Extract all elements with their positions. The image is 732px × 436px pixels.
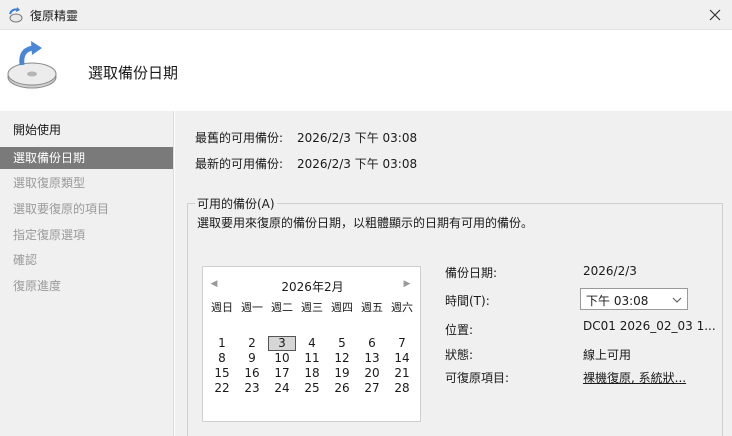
- calendar-day[interactable]: 28: [387, 381, 417, 396]
- calendar-day[interactable]: 11: [297, 351, 327, 366]
- calendar-day[interactable]: 24: [267, 381, 297, 396]
- calendar-day[interactable]: 8: [207, 351, 237, 366]
- calendar-day[interactable]: 7: [387, 336, 417, 351]
- time-label: 時間(T):: [445, 294, 490, 308]
- weekday-label: 週一: [241, 301, 263, 314]
- calendar-day[interactable]: 9: [237, 351, 267, 366]
- calendar-day[interactable]: 14: [387, 351, 417, 366]
- calendar-week-row: 1234567: [207, 336, 419, 351]
- recoverable-items-link[interactable]: 裸機復原, 系統狀...: [583, 369, 686, 386]
- calendar-day[interactable]: 21: [387, 366, 417, 381]
- calendar-week-row: 22 23 24 25 26 27 28: [207, 381, 419, 396]
- recoverable-items-label: 可復原項目:: [445, 371, 510, 385]
- weekday-label: 週四: [331, 301, 353, 314]
- weekday-label: 週二: [271, 301, 293, 314]
- calendar-day[interactable]: 1: [207, 336, 237, 351]
- time-dropdown-value: 下午 03:08: [586, 294, 649, 308]
- calendar-weeks: 1 2 3 4 5 6 7 8 9 10 11 12 13 14 15 16 17 18 19 20 21 22 23 24 2…: [207, 336, 419, 396]
- next-month-icon[interactable]: ▶: [400, 277, 414, 291]
- backup-date-calendar[interactable]: ◀ 2026年2月 ▶ 週日 週一 週二 週三 週四 週五 週六 1234567…: [202, 266, 421, 422]
- status-value: 線上可用: [583, 348, 632, 362]
- location-label: 位置:: [445, 323, 474, 337]
- step-select-recovery-type[interactable]: 選取復原類型: [0, 172, 173, 194]
- backup-date-label: 備份日期:: [445, 266, 498, 280]
- wizard-steps-sidebar: 開始使用 選取備份日期 選取復原類型 選取要復原的項目 指定復原選項 確認 復原…: [0, 111, 174, 436]
- weekday-label: 週五: [361, 301, 383, 314]
- calendar-day[interactable]: 27: [357, 381, 387, 396]
- calendar-day[interactable]: 10: [267, 351, 297, 366]
- calendar-day[interactable]: 18: [297, 366, 327, 381]
- backup-disk-icon: [7, 41, 57, 89]
- calendar-day[interactable]: 20: [357, 366, 387, 381]
- weekday-label: 週三: [301, 301, 323, 314]
- oldest-backup-value: 2026/2/3 下午 03:08: [297, 131, 418, 145]
- calendar-week-row: 8 9 10 11 12 13 14: [207, 351, 419, 366]
- backup-date-value: 2026/2/3: [583, 264, 637, 278]
- calendar-day[interactable]: 12: [327, 351, 357, 366]
- step-getting-started[interactable]: 開始使用: [0, 119, 173, 141]
- newest-backup-label: 最新的可用備份:: [195, 157, 284, 171]
- step-select-items[interactable]: 選取要復原的項目: [0, 198, 173, 220]
- calendar-day[interactable]: 16: [237, 366, 267, 381]
- weekday-label: 週六: [391, 301, 413, 314]
- calendar-day[interactable]: 3: [267, 336, 297, 351]
- main-content: 最舊的可用備份: 2026/2/3 下午 03:08 最新的可用備份: 2026…: [175, 111, 732, 436]
- recovery-wizard-icon: [9, 7, 23, 23]
- calendar-day[interactable]: 25: [297, 381, 327, 396]
- calendar-day[interactable]: 19: [327, 366, 357, 381]
- calendar-day[interactable]: 6: [357, 336, 387, 351]
- calendar-day[interactable]: 23: [237, 381, 267, 396]
- calendar-week-row: 15 16 17 18 19 20 21: [207, 366, 419, 381]
- calendar-day[interactable]: 22: [207, 381, 237, 396]
- title-bar: 復原精靈: [0, 0, 732, 30]
- close-icon[interactable]: [702, 2, 728, 28]
- wizard-header: 選取備份日期: [0, 31, 732, 111]
- calendar-day[interactable]: 2: [237, 336, 267, 351]
- available-backups-description: 選取要用來復原的備份日期，以粗體顯示的日期有可用的備份。: [197, 216, 534, 230]
- step-recovery-progress[interactable]: 復原進度: [0, 275, 173, 297]
- calendar-day[interactable]: 26: [327, 381, 357, 396]
- step-select-backup-date[interactable]: 選取備份日期: [0, 147, 173, 169]
- time-dropdown[interactable]: 下午 03:08: [580, 288, 688, 310]
- calendar-day[interactable]: 15: [207, 366, 237, 381]
- calendar-weekday-row: 週日 週一 週二 週三 週四 週五 週六: [207, 300, 419, 324]
- status-label: 狀態:: [445, 348, 474, 362]
- oldest-backup-label: 最舊的可用備份:: [195, 131, 284, 145]
- available-backups-title: 可用的備份(A): [195, 195, 277, 212]
- step-confirmation[interactable]: 確認: [0, 249, 173, 271]
- calendar-day[interactable]: 13: [357, 351, 387, 366]
- window-title: 復原精靈: [30, 9, 79, 23]
- calendar-day[interactable]: 4: [297, 336, 327, 351]
- calendar-month-title: 2026年2月: [281, 280, 344, 294]
- calendar-grid: 週日 週一 週二 週三 週四 週五 週六 1 2 3 4 5 6 7 8 9 10 11 12 13 14…: [207, 300, 419, 396]
- step-specify-options[interactable]: 指定復原選項: [0, 224, 173, 246]
- location-value: DC01 2026_02_03 1...: [583, 319, 716, 333]
- newest-backup-value: 2026/2/3 下午 03:08: [297, 157, 418, 171]
- chevron-down-icon: [672, 297, 682, 303]
- weekday-label: 週日: [211, 301, 233, 314]
- page-heading: 選取備份日期: [88, 64, 179, 82]
- calendar-day[interactable]: 17: [267, 366, 297, 381]
- calendar-day[interactable]: 5: [327, 336, 357, 351]
